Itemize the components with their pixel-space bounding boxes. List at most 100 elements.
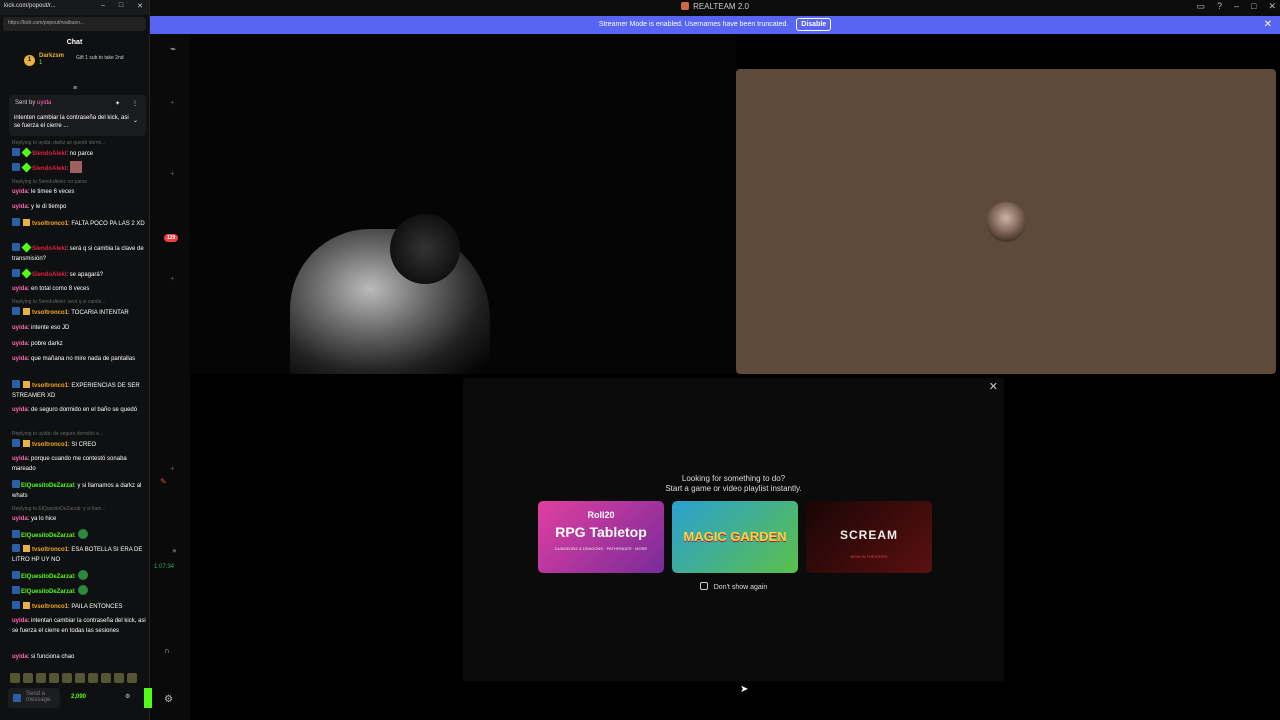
emote-icon[interactable] [49,673,59,683]
pinned-message[interactable]: Sent by uyida ✦ ⋮ intenten cambiar la co… [9,95,146,136]
emote-icon[interactable] [127,673,137,683]
chat-message[interactable]: SiendoAleki: se apagará? [12,268,146,280]
notification-badge: 129 [164,234,179,242]
card-title: RPG Tabletop [555,524,647,540]
card-title: SCREAM [839,528,898,542]
chat-message[interactable]: SiendoAleki: [12,161,146,174]
chat-message[interactable]: uyida: intente eso JD [12,323,146,333]
emote-icon[interactable] [75,673,85,683]
add-icon[interactable]: + [170,98,175,107]
send-button[interactable] [144,688,152,708]
voice-icon[interactable]: ⌁ [170,44,176,55]
emote-icon[interactable] [62,673,72,683]
streamer-mode-banner: Streamer Mode is enabled. Usernames have… [150,16,1280,34]
emote-icon[interactable] [10,673,20,683]
dont-show-label: Don't show again [713,584,768,591]
chat-message[interactable]: Replying to uyida: de seguro dormido e..… [12,429,146,450]
activity-subheadline: Start a game or video playlist instantly… [665,484,802,493]
emote-icon[interactable] [36,673,46,683]
emote-icon[interactable] [114,673,124,683]
user-voice-tile[interactable] [736,69,1276,374]
activity-headline: Looking for something to do? [681,474,786,483]
discord-sidebar: ⌁ + + 129 + + ✎ 1:07:34 ● ∩ ⚙ [150,34,190,720]
card-title: MAGIC GARDEN [683,529,787,544]
chat-message[interactable]: uyida: si funciona chao [12,652,146,662]
chevron-down-icon[interactable]: ⌄ [133,117,138,124]
activity-launcher: ✕ Looking for something to do? Start a g… [463,378,1004,681]
chat-message[interactable]: uyida: y le di tiempo [12,202,146,212]
add-icon[interactable]: + [170,464,175,473]
chat-message[interactable]: tvsoltronco1: ESA BOTELLA SI ERA DE LITR… [12,544,146,565]
chat-message[interactable]: uyida: que mañana no mire nada de pantal… [12,354,146,364]
close-icon[interactable]: ✕ [989,380,998,393]
kick-window-titlebar: kick.com/popout/r... – □ ✕ [0,0,149,15]
chat-message[interactable]: tvsoltronco1: PAILA ENTONCES [12,601,146,612]
add-icon[interactable]: + [170,274,175,283]
chat-message[interactable]: uyida: de seguro dormido en el baño se q… [12,405,146,415]
disable-button[interactable]: Disable [796,18,832,31]
close-button[interactable]: ✕ [137,2,143,10]
pinned-user: uyida [37,100,52,106]
chat-message[interactable]: ElQuesitoDeZarzal: [12,570,146,582]
pinned-sent-by: Sent by [15,100,36,106]
maximize-button[interactable]: □ [119,2,123,10]
chat-message[interactable]: uyida: intentan cambiar la contraseña de… [12,616,146,636]
dont-show-checkbox[interactable] [699,582,708,590]
pencil-icon[interactable]: ✎ [160,477,167,486]
avatar [986,202,1026,242]
channel-points[interactable]: 2,090 [71,694,86,700]
chat-message[interactable]: Replying to SiendoAleki: no parce uyida:… [12,177,146,197]
chat-message[interactable]: ElQuesitoDeZarzal: [12,529,146,541]
chat-header: Chat [66,39,83,46]
gift-count: 1 [39,60,43,66]
chat-message[interactable]: ElQuesitoDeZarzal: [12,585,146,597]
close-button[interactable]: ✕ [1268,1,1276,12]
activity-card-scream[interactable]: SCREAM NOW IN THEATERS [806,501,932,573]
chat-message[interactable]: tvsoltronco1: EXPERIENCIAS DE SER STREAM… [12,380,146,401]
maximize-button[interactable]: □ [1251,1,1256,12]
activity-card-magic-garden[interactable]: MAGIC GARDEN [672,501,798,573]
gift-prompt: Gift 1 sub to take 2nd [76,55,124,61]
chat-message[interactable]: uyida: porque cuando me contestó sonaba … [12,454,146,474]
camera-stream-tile[interactable] [190,34,736,374]
minimize-button[interactable]: – [1234,1,1239,12]
chat-message[interactable]: Replying to SiendoAleki: será q si cambi… [12,297,146,318]
inbox-icon[interactable]: ▭ [1196,1,1205,12]
chat-message[interactable]: Replying to uyida: darkz se quedó dormi.… [12,138,146,159]
activity-card-rpg-tabletop[interactable]: Roll20 RPG Tabletop DUNGEONS & DRAGONS ·… [538,501,664,573]
emote-icon [77,529,88,539]
address-bar[interactable]: https://kick.com/popout/realbuen... [3,17,146,31]
emote-icon [77,585,88,595]
emote-icon [70,161,83,173]
dont-show-again[interactable]: Don't show again [463,582,1004,591]
card-logo: Roll20 [587,510,615,520]
add-icon[interactable]: + [170,169,175,178]
chat-message[interactable]: tvsoltronco1: FALTA POCO PA LAS 2 XD [12,218,146,229]
call-timer: 1:07:34 [154,564,175,570]
rank-badge: 1 [24,55,35,66]
sub-gift-leaderboard[interactable]: 1 Darkzsm 1 Gift 1 sub to take 2nd [0,52,149,76]
emote-icon[interactable] [101,673,111,683]
emote-icon[interactable] [88,673,98,683]
chat-message[interactable]: ElQuesitoDeZarzal: y si llamamos a darkz… [12,480,146,501]
emote-icon[interactable] [23,673,33,683]
card-subtitle: NOW IN THEATERS [850,554,888,559]
settings-icon[interactable]: ⚙ [164,694,173,705]
banner-close-icon[interactable]: ✕ [1264,16,1272,34]
kick-window-title: kick.com/popout/r... [4,3,56,9]
settings-icon[interactable]: ⚙ [125,693,130,700]
chat-message[interactable]: uyida: pobre darkz [12,339,146,349]
status-dot-icon: ● [172,546,177,555]
chat-message[interactable]: Replying to ElQuesitoDeZarzal: y si llam… [12,504,146,524]
chat-message[interactable]: uyida: en total como 8 veces [12,284,146,294]
help-icon[interactable]: ? [1217,1,1222,12]
pin-icon[interactable]: ✦ [115,100,120,107]
minimize-button[interactable]: – [101,2,105,10]
collapse-icon[interactable]: ≡ [73,85,77,92]
emote-icon [77,570,88,580]
kick-chat-popout: kick.com/popout/r... – □ ✕ https://kick.… [0,0,152,720]
emote-picker-icon[interactable] [13,694,21,702]
chat-message[interactable]: SiendoAleki: será q si cambia la clave d… [12,242,146,264]
more-options-icon[interactable]: ⋮ [132,100,138,107]
headphones-icon[interactable]: ∩ [164,646,170,655]
